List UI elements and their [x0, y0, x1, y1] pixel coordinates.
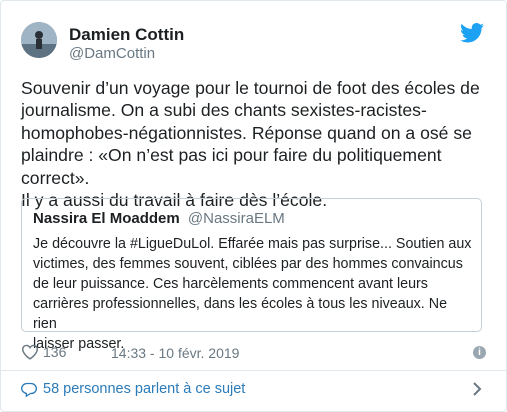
- tweet-card: Damien Cottin @DamCottin Souvenir d’un v…: [0, 0, 507, 412]
- quoted-tweet[interactable]: Nassira El Moaddem @NassiraELM Je découv…: [21, 198, 482, 352]
- tweet-header: Damien Cottin @DamCottin: [21, 21, 486, 65]
- tweet-text: Souvenir d’un voyage pour le tournoi de …: [21, 78, 480, 211]
- quoted-author-handle: @NassiraELM: [187, 210, 285, 227]
- speech-bubble-icon: [21, 382, 37, 397]
- quoted-author-name: Nassira El Moaddem: [33, 210, 180, 227]
- conversation-link[interactable]: 58 personnes parlent à ce sujet: [21, 379, 486, 401]
- quoted-text: Je découvre la #LigueDuLol. Effarée mais…: [33, 236, 472, 352]
- avatar-image: [21, 22, 57, 58]
- author-handle[interactable]: @DamCottin: [69, 45, 155, 62]
- chevron-right-icon[interactable]: [472, 381, 482, 397]
- info-icon[interactable]: i: [473, 346, 486, 359]
- divider: [1, 370, 506, 371]
- conversation-count[interactable]: 58 personnes parlent à ce sujet: [43, 381, 245, 397]
- heart-icon: [21, 344, 39, 360]
- like-count: 136: [43, 344, 67, 360]
- like-button[interactable]: 136: [21, 344, 66, 360]
- quoted-header: Nassira El Moaddem @NassiraELM: [33, 210, 285, 227]
- tweet-meta: 136 14:33 - 10 févr. 2019 i: [21, 344, 486, 364]
- author-name[interactable]: Damien Cottin: [69, 25, 184, 45]
- timestamp[interactable]: 14:33 - 10 févr. 2019: [111, 345, 239, 361]
- twitter-bird-icon[interactable]: [460, 23, 484, 43]
- avatar[interactable]: [21, 22, 57, 58]
